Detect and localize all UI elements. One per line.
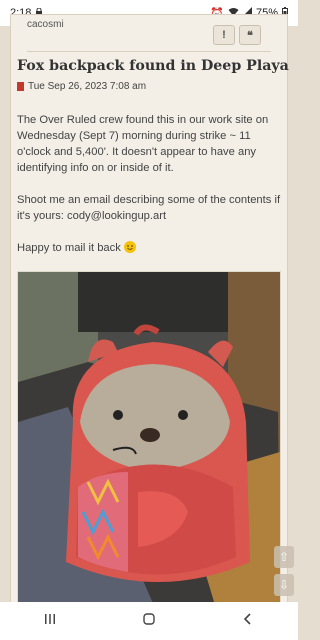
scroll-up-icon: ⇧	[278, 550, 290, 564]
home-icon	[143, 612, 155, 629]
post-date: Tue Sep 26, 2023 7:08 am	[28, 81, 147, 92]
post-username[interactable]: cacosmi	[27, 19, 64, 30]
report-icon: !	[222, 29, 226, 41]
smile-emoji-icon	[123, 241, 136, 253]
page: cacosmi ! ❝ Fox backpack found in Deep P…	[0, 14, 298, 604]
scroll-down-icon: ⇩	[278, 578, 290, 592]
scroll-up-button[interactable]: ⇧	[274, 546, 294, 568]
post-paragraph: The Over Ruled crew found this in our wo…	[17, 114, 269, 174]
quote-button[interactable]: ❝	[239, 25, 261, 45]
report-button[interactable]: !	[213, 25, 235, 45]
recent-apps-button[interactable]	[30, 612, 70, 630]
recent-apps-icon	[44, 612, 56, 629]
post-title[interactable]: Fox backpack found in Deep Playa	[17, 58, 289, 74]
backpack-photo[interactable]	[17, 271, 281, 604]
post-date-row: Tue Sep 26, 2023 7:08 am	[17, 81, 146, 92]
scroll-down-button[interactable]: ⇩	[274, 574, 294, 596]
post-paragraph: Shoot me an email describing some of the…	[17, 194, 281, 222]
post-paragraph-last: Happy to mail it back	[17, 240, 283, 256]
post-actions: ! ❝	[213, 25, 261, 45]
divider	[27, 51, 271, 52]
navigation-bar	[0, 602, 298, 640]
quote-icon: ❝	[247, 29, 253, 42]
home-button[interactable]	[129, 612, 169, 630]
post-body: The Over Ruled crew found this in our wo…	[17, 112, 283, 272]
back-icon	[242, 612, 254, 629]
post-paragraph-text: Happy to mail it back	[17, 242, 121, 254]
back-button[interactable]	[228, 612, 268, 630]
document-icon[interactable]	[17, 82, 24, 91]
